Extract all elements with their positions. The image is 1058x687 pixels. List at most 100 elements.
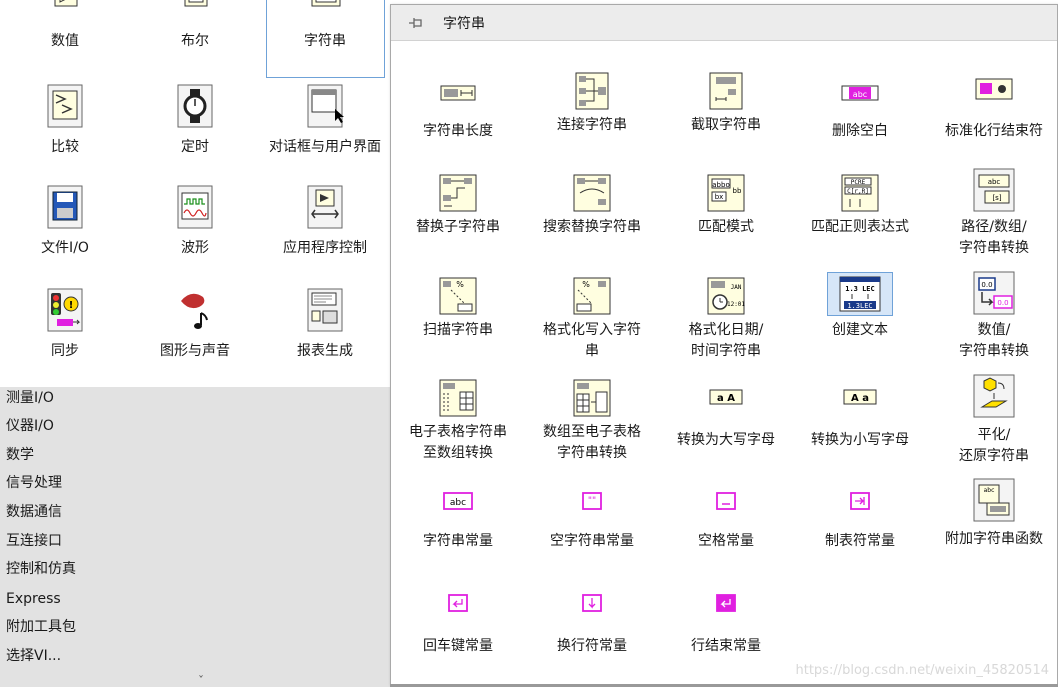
svg-text:0.0: 0.0	[981, 281, 992, 289]
palette-item-report[interactable]: 报表生成	[260, 287, 390, 387]
palette-label: 图形与声音	[160, 343, 230, 359]
palette-label: 布尔	[181, 33, 209, 49]
category-item[interactable]: 选择VI...	[6, 646, 61, 666]
fn-label: 转换为小写字母	[811, 432, 909, 448]
category-item[interactable]: 附加工具包	[6, 617, 76, 637]
palette-label: 文件I/O	[41, 240, 89, 256]
palette-label: 定时	[181, 139, 209, 155]
string-subset-icon	[708, 71, 744, 111]
palette-item-numeric[interactable]: 数值	[0, 0, 130, 80]
svg-text:C[r,R]: C[r,R]	[847, 188, 869, 195]
fn-label: 制表符常量	[825, 533, 895, 549]
fn-label: 字符串常量	[423, 533, 493, 549]
svg-text:abbo: abbo	[712, 181, 729, 189]
watermark: https://blog.csdn.net/weixin_45820514	[795, 663, 1049, 678]
printer-report-icon	[301, 287, 349, 333]
palette-item-graphics-sound[interactable]: 图形与声音	[130, 287, 260, 387]
category-item[interactable]: 互连接口	[6, 531, 62, 551]
svg-text:abc: abc	[988, 178, 1001, 186]
build-text-icon: 1.3 LEC 1.3LEC	[827, 272, 893, 316]
svg-text:!: !	[69, 300, 74, 311]
match-regex-icon: PCRE C[r,R]	[840, 173, 880, 213]
additional-string-folder-icon: abc	[970, 477, 1018, 523]
fn-label: 格式化写入字符串	[543, 322, 641, 359]
waveform-icon	[171, 184, 219, 230]
fn-label: 创建文本	[832, 322, 888, 338]
svg-text:Λ: Λ	[193, 0, 199, 2]
svg-text:%: %	[456, 280, 464, 289]
category-item[interactable]: 控制和仿真	[6, 559, 76, 579]
svg-text:JAN: JAN	[731, 284, 742, 291]
match-pattern-icon: abbo bx bb	[706, 173, 746, 213]
tab-constant-icon	[848, 490, 872, 512]
category-item[interactable]: 测量I/O	[6, 388, 54, 408]
pin-icon[interactable]	[407, 15, 425, 31]
path-array-folder-icon: abc [s]	[970, 167, 1018, 213]
fn-label: 截取字符串	[691, 117, 761, 133]
category-item[interactable]: 信号处理	[6, 473, 62, 493]
scan-string-icon: %	[438, 276, 478, 316]
fn-label: 换行符常量	[557, 638, 627, 654]
svg-text:1.3LEC: 1.3LEC	[847, 302, 872, 310]
palette-item-boolean[interactable]: Λ 布尔	[130, 0, 260, 80]
category-item[interactable]: Express	[6, 589, 61, 609]
watch-icon	[171, 83, 219, 129]
svg-text:PCRE: PCRE	[851, 179, 866, 186]
palette-label: 应用程序控制	[283, 240, 367, 256]
palette-item-comparison[interactable]: 比较	[0, 83, 130, 183]
fn-label: 格式化日期/时间字符串	[688, 322, 764, 359]
palette-item-string[interactable]: a A 字符串	[260, 0, 390, 80]
expand-chevron-icon[interactable]: ˇ	[198, 674, 204, 687]
spreadsheet-to-array-icon	[438, 378, 478, 418]
palette-label: 报表生成	[297, 343, 353, 359]
array-to-spreadsheet-icon	[572, 378, 612, 418]
number-string-folder-icon: 0.0 0.0	[970, 270, 1018, 316]
comparison-icon	[41, 83, 89, 129]
palette-item-waveform[interactable]: 波形	[130, 184, 260, 284]
search-replace-icon	[572, 173, 612, 213]
palette-label: 字符串	[304, 33, 346, 49]
category-item[interactable]: 数学	[6, 445, 34, 465]
normalize-eol-icon	[974, 77, 1014, 101]
fn-label: 字符串长度	[423, 123, 493, 139]
clock-format-icon: JAN 12:01	[706, 276, 746, 316]
fn-label: 匹配正则表达式	[811, 219, 909, 235]
replace-substring-icon	[438, 173, 478, 213]
format-string-icon: %	[572, 276, 612, 316]
concatenate-icon	[574, 71, 610, 111]
fn-label: 空字符串常量	[550, 533, 634, 549]
svg-text:a A: a A	[319, 0, 334, 2]
floppy-disk-icon	[41, 184, 89, 230]
palette-item-sync[interactable]: ! 同步	[0, 287, 130, 387]
fn-label: 空格常量	[698, 533, 754, 549]
palette-item-file-io[interactable]: 文件I/O	[0, 184, 130, 284]
end-of-line-icon	[714, 592, 738, 614]
fn-label: 连接字符串	[557, 117, 627, 133]
palette-label: 波形	[181, 240, 209, 256]
category-item[interactable]: 仪器I/O	[6, 416, 54, 436]
fn-label: 数值/字符串转换	[959, 322, 1029, 359]
palette-label: 对话框与用户界面	[269, 139, 381, 155]
palette-label: 比较	[51, 139, 79, 155]
fn-label: 删除空白	[832, 123, 888, 139]
palette-item-dialog-ui[interactable]: 对话框与用户界面	[260, 83, 390, 183]
empty-string-icon: ""	[580, 490, 604, 512]
fn-label: 匹配模式	[698, 219, 754, 235]
fn-label: 路径/数组/字符串转换	[959, 219, 1029, 256]
space-constant-icon	[714, 490, 738, 512]
carriage-return-icon	[446, 592, 470, 614]
category-item[interactable]: 数据通信	[6, 502, 62, 522]
fn-label: 替换子字符串	[416, 219, 500, 235]
svg-text:"": ""	[588, 496, 596, 506]
fn-label: 数组至电子表格 字符串转换	[543, 424, 641, 461]
palette-item-timing[interactable]: 定时	[130, 83, 260, 183]
functions-palette: 数值 Λ 布尔 a A 字符串 比较 定时 对话框与用户界面 文	[0, 0, 390, 387]
svg-text:A a: A a	[851, 393, 869, 404]
svg-text:0.0: 0.0	[997, 299, 1008, 307]
string-length-icon	[439, 82, 477, 104]
string-constant-icon: abc	[441, 490, 475, 512]
fn-label: 电子表格字符串 至数组转换	[409, 424, 507, 461]
graphics-sound-icon	[171, 287, 219, 333]
palette-item-app-control[interactable]: 应用程序控制	[260, 184, 390, 284]
category-list: 测量I/O 仪器I/O 数学 信号处理 数据通信 互连接口 控制和仿真 Expr…	[0, 387, 390, 687]
